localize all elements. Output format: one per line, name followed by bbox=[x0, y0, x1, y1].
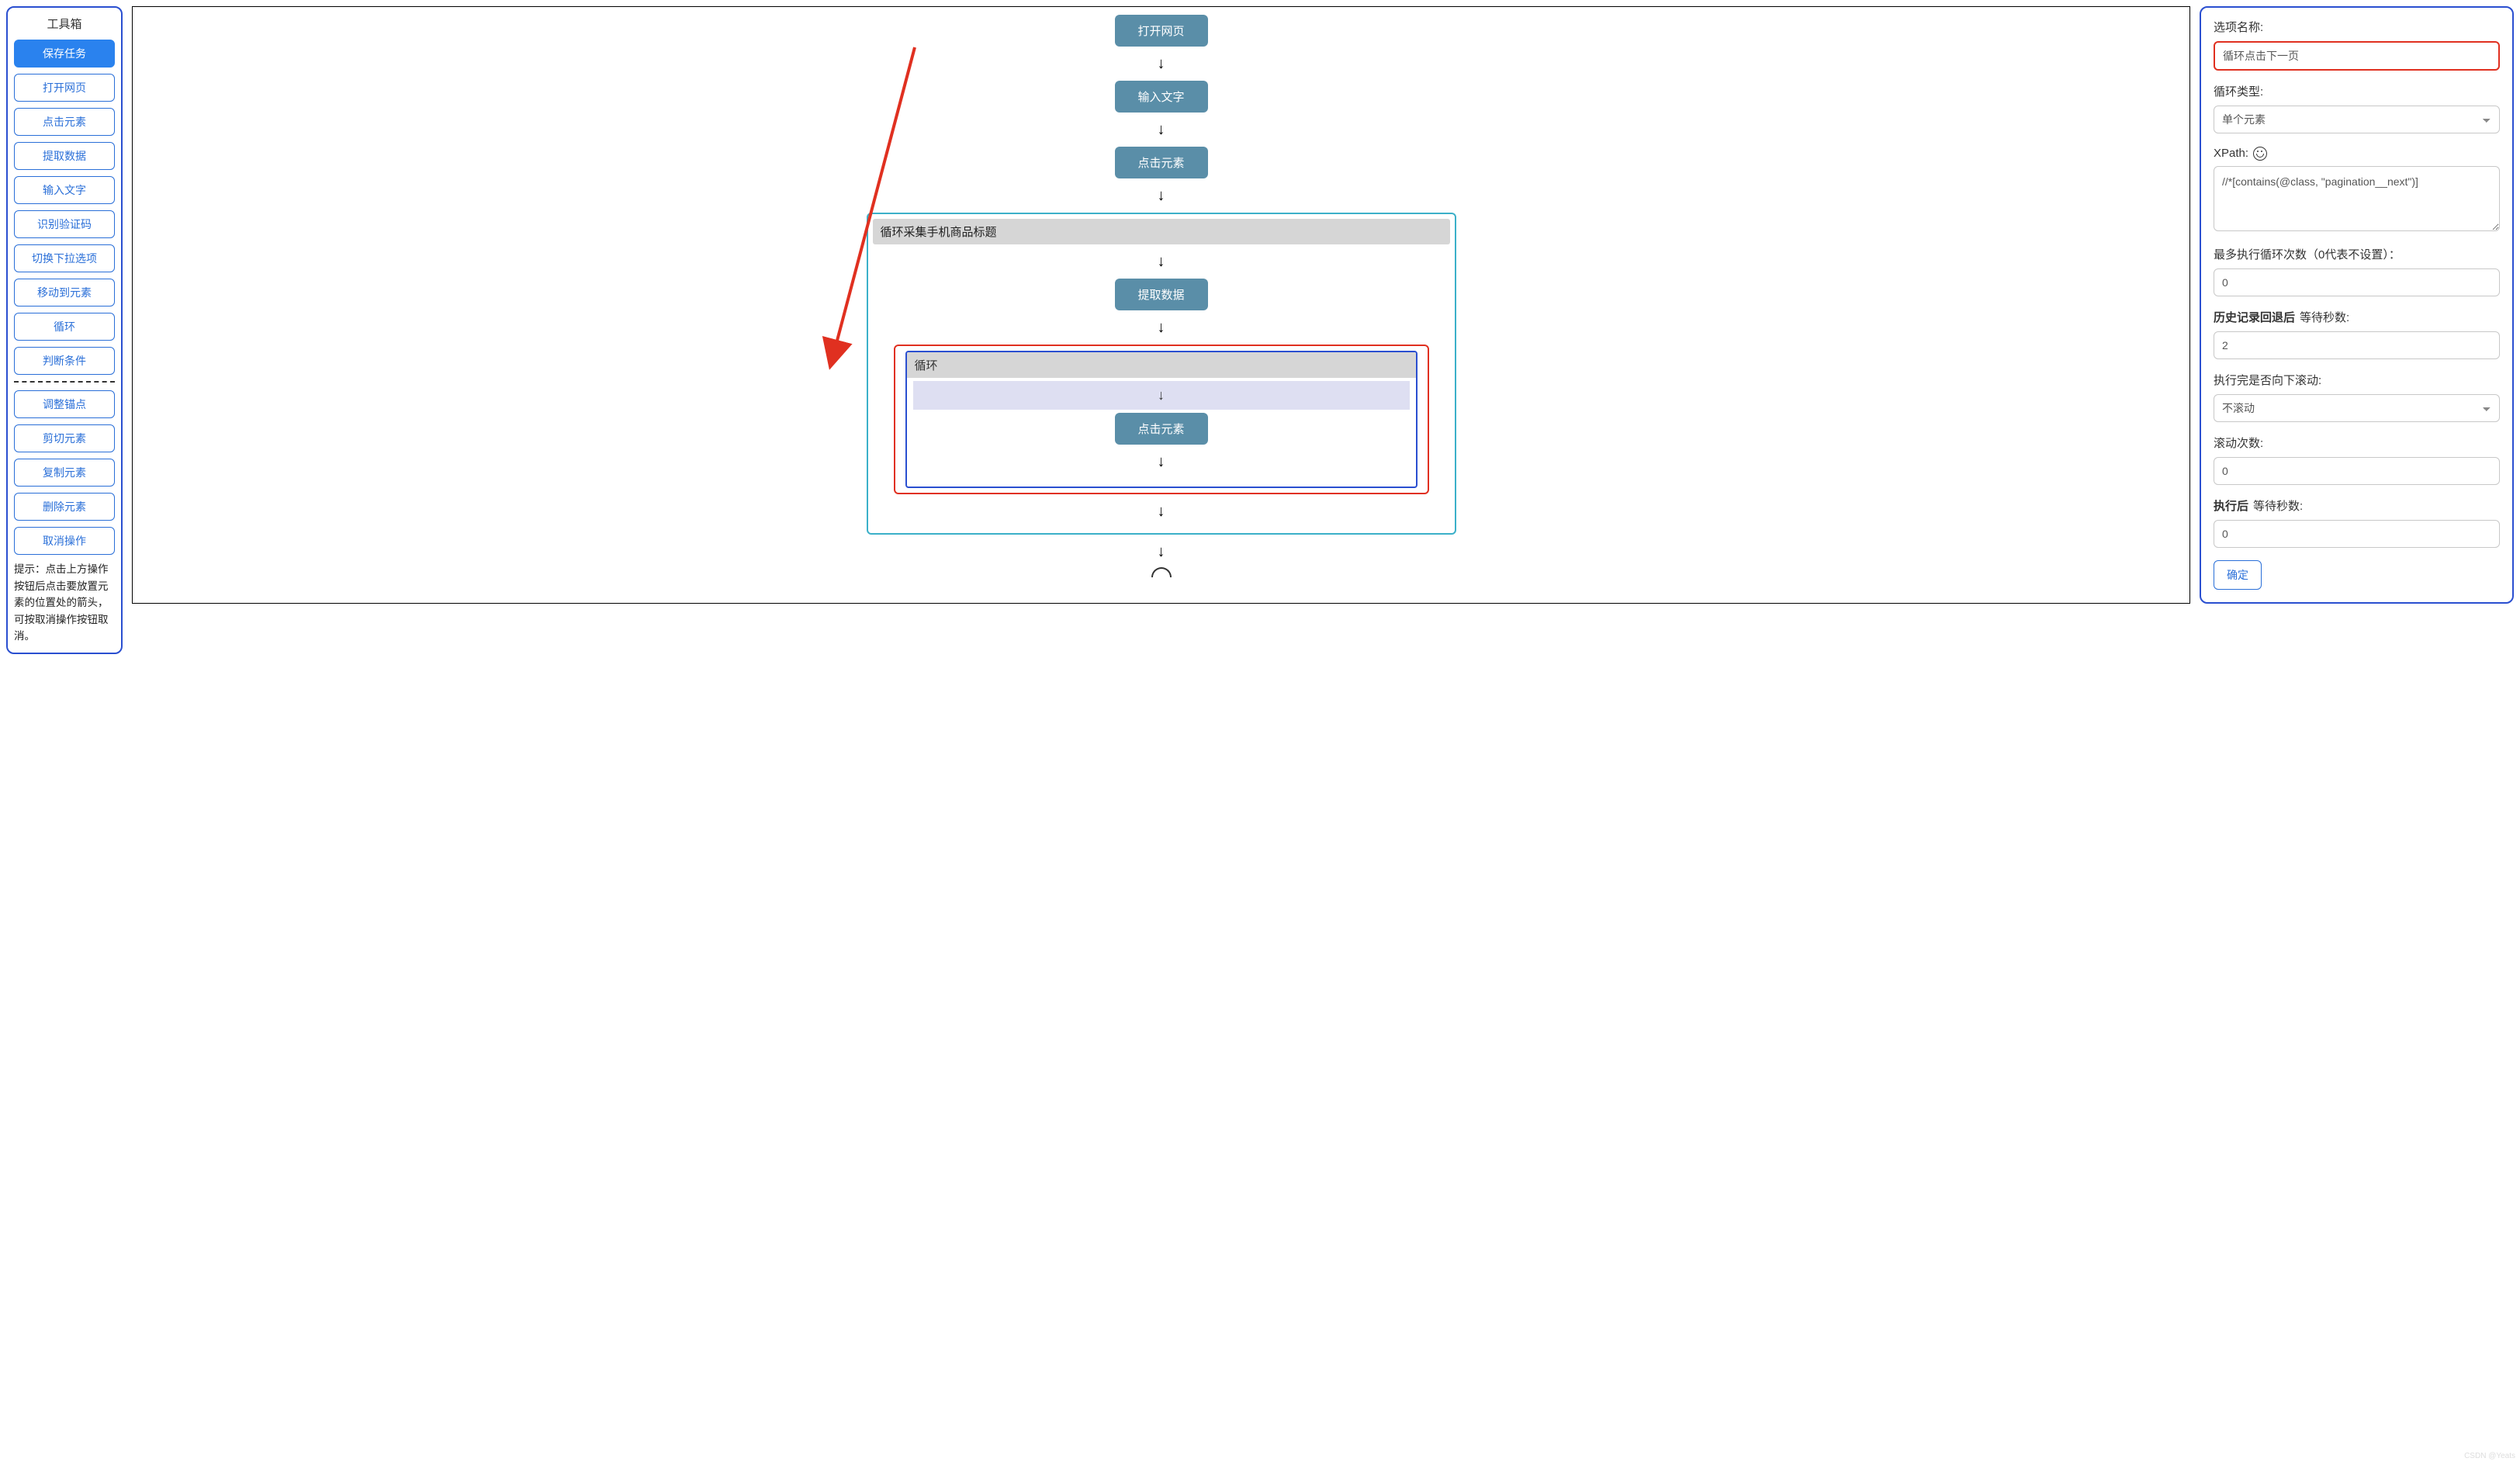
flow-canvas[interactable]: 打开网页 ↓ 输入文字 ↓ 点击元素 ↓ 循环采集手机商品标题 ↓ 提取数据 ↓… bbox=[132, 6, 2190, 604]
max-loop-label: 最多执行循环次数（0代表不设置）： bbox=[2214, 246, 2500, 262]
tool-extract-data[interactable]: 提取数据 bbox=[14, 142, 115, 170]
tool-switch-dropdown[interactable]: 切换下拉选项 bbox=[14, 244, 115, 272]
loop-inner-header: 循环 bbox=[907, 352, 1416, 378]
watermark: CSDN @Yeats bbox=[2464, 1452, 2515, 1460]
flow-node-input-text[interactable]: 输入文字 bbox=[1115, 81, 1208, 113]
tool-click-element[interactable]: 点击元素 bbox=[14, 108, 115, 136]
arrow-down-icon[interactable]: ↓ bbox=[1158, 254, 1165, 269]
xpath-textarea[interactable] bbox=[2214, 166, 2500, 231]
save-task-button[interactable]: 保存任务 bbox=[14, 40, 115, 68]
tool-cut-element[interactable]: 剪切元素 bbox=[14, 424, 115, 452]
tool-cancel-operation[interactable]: 取消操作 bbox=[14, 527, 115, 555]
flow-node-extract-data[interactable]: 提取数据 bbox=[1115, 279, 1208, 310]
loop-type-select[interactable]: 单个元素 bbox=[2214, 106, 2500, 133]
smile-icon[interactable] bbox=[2253, 147, 2267, 161]
tool-move-to-element[interactable]: 移动到元素 bbox=[14, 279, 115, 307]
scroll-after-select[interactable]: 不滚动 bbox=[2214, 394, 2500, 422]
arrow-down-icon[interactable]: ↓ bbox=[1158, 504, 1165, 519]
arrow-down-icon[interactable]: ↓ bbox=[1158, 56, 1165, 71]
arrow-down-icon[interactable]: ↓ bbox=[1158, 122, 1165, 137]
tool-captcha[interactable]: 识别验证码 bbox=[14, 210, 115, 238]
toolbox-divider bbox=[14, 381, 115, 383]
flow-end-icon bbox=[1151, 567, 1172, 577]
scroll-after-label: 执行完是否向下滚动: bbox=[2214, 372, 2500, 388]
after-wait-input[interactable] bbox=[2214, 520, 2500, 548]
arrow-down-icon[interactable]: ↓ bbox=[1158, 320, 1165, 335]
xpath-label: XPath: bbox=[2214, 146, 2500, 160]
tool-open-webpage[interactable]: 打开网页 bbox=[14, 74, 115, 102]
tool-condition[interactable]: 判断条件 bbox=[14, 347, 115, 375]
flow-node-click-element[interactable]: 点击元素 bbox=[1115, 147, 1208, 178]
toolbox-hint: 提示：点击上方操作按钮后点击要放置元素的位置处的箭头，可按取消操作按钮取消。 bbox=[14, 561, 115, 645]
confirm-button[interactable]: 确定 bbox=[2214, 560, 2262, 590]
loop-inner-box[interactable]: 循环 ↓ 点击元素 ↓ bbox=[905, 351, 1418, 488]
max-loop-input[interactable] bbox=[2214, 268, 2500, 296]
scroll-count-label: 滚动次数: bbox=[2214, 435, 2500, 451]
flow-node-click-element-inner[interactable]: 点击元素 bbox=[1115, 413, 1208, 445]
history-wait-input[interactable] bbox=[2214, 331, 2500, 359]
loop-type-label: 循环类型: bbox=[2214, 83, 2500, 99]
history-wait-label: 历史记录回退后等待秒数: bbox=[2214, 309, 2500, 325]
flow-node-open-webpage[interactable]: 打开网页 bbox=[1115, 15, 1208, 47]
tool-copy-element[interactable]: 复制元素 bbox=[14, 459, 115, 487]
toolbox-panel: 工具箱 保存任务 打开网页 点击元素 提取数据 输入文字 识别验证码 切换下拉选… bbox=[6, 6, 123, 654]
tool-loop[interactable]: 循环 bbox=[14, 313, 115, 341]
loop-collect-header: 循环采集手机商品标题 bbox=[873, 219, 1450, 244]
arrow-down-icon[interactable]: ↓ bbox=[1158, 454, 1165, 469]
selected-loop-highlight: 循环 ↓ 点击元素 ↓ bbox=[894, 345, 1429, 494]
arrow-down-icon[interactable]: ↓ bbox=[1158, 544, 1165, 559]
loop-collect-box[interactable]: 循环采集手机商品标题 ↓ 提取数据 ↓ 循环 ↓ 点击元素 ↓ ↓ bbox=[867, 213, 1456, 535]
tool-adjust-anchor[interactable]: 调整锚点 bbox=[14, 390, 115, 418]
loop-drop-slot[interactable]: ↓ bbox=[913, 381, 1410, 410]
tool-input-text[interactable]: 输入文字 bbox=[14, 176, 115, 204]
scroll-count-input[interactable] bbox=[2214, 457, 2500, 485]
arrow-down-icon[interactable]: ↓ bbox=[1158, 188, 1165, 203]
tool-delete-element[interactable]: 删除元素 bbox=[14, 493, 115, 521]
option-name-input[interactable] bbox=[2214, 41, 2500, 71]
toolbox-title: 工具箱 bbox=[14, 16, 115, 32]
properties-panel: 选项名称: 循环类型: 单个元素 XPath: 最多执行循环次数（0代表不设置）… bbox=[2200, 6, 2514, 604]
after-wait-label: 执行后等待秒数: bbox=[2214, 497, 2500, 514]
option-name-label: 选项名称: bbox=[2214, 19, 2500, 35]
